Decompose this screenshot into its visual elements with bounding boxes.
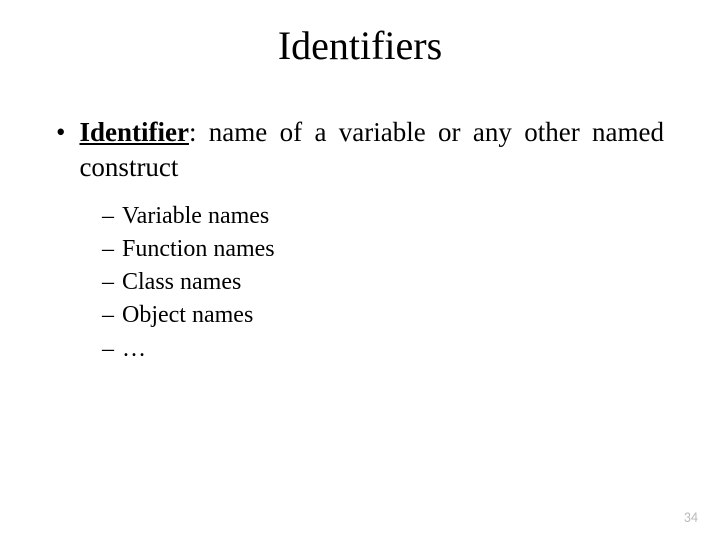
sub-bullet-label: Class names: [122, 266, 241, 299]
dash-icon: –: [102, 266, 114, 299]
page-number: 34: [684, 509, 698, 526]
main-bullet-text: Identifier: name of a variable or any ot…: [79, 115, 664, 184]
sub-bullet-list: – Variable names – Function names – Clas…: [102, 200, 672, 366]
bullet-dot: •: [56, 115, 65, 184]
dash-icon: –: [102, 299, 114, 332]
identifier-label: Identifier: [79, 117, 188, 147]
list-item: – Function names: [102, 233, 672, 266]
sub-bullet-label: …: [122, 333, 146, 366]
slide-title: Identifiers: [48, 22, 672, 69]
dash-icon: –: [102, 233, 114, 266]
list-item: – Class names: [102, 266, 672, 299]
list-item: – Object names: [102, 299, 672, 332]
sub-bullet-label: Variable names: [122, 200, 269, 233]
dash-icon: –: [102, 333, 114, 366]
sub-bullet-label: Function names: [122, 233, 275, 266]
main-bullet: • Identifier: name of a variable or any …: [56, 115, 664, 184]
list-item: – …: [102, 333, 672, 366]
slide: Identifiers • Identifier: name of a vari…: [0, 0, 720, 540]
list-item: – Variable names: [102, 200, 672, 233]
sub-bullet-label: Object names: [122, 299, 253, 332]
dash-icon: –: [102, 200, 114, 233]
